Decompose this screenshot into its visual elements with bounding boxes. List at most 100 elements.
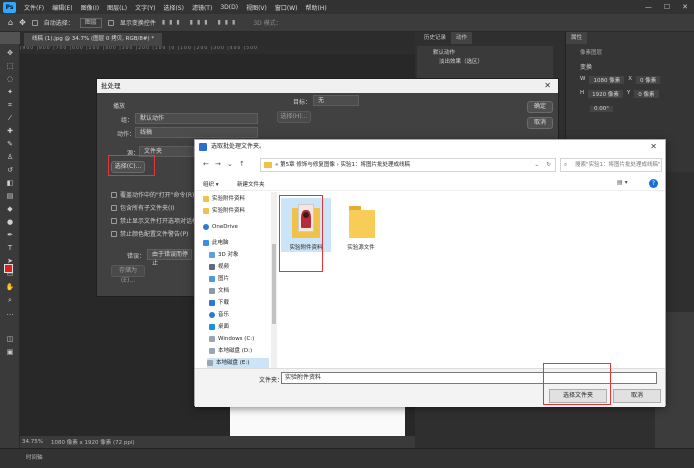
menu-type[interactable]: 文字(Y) (131, 3, 159, 12)
home-icon[interactable]: ⌂ (8, 18, 13, 27)
pen-tool-icon[interactable]: ✒ (5, 230, 15, 240)
marquee-tool-icon[interactable]: ⬚ (5, 61, 15, 71)
height-value[interactable]: 1920 像素 (588, 90, 623, 98)
help-icon[interactable]: ? (649, 179, 658, 188)
nav-item-drive-e[interactable]: 本地磁盘 (E:) (207, 358, 269, 368)
command-bar: 组织 ▾ 新建文件夹 ▤ ▾ ? (195, 177, 665, 191)
address-dropdown-icon[interactable]: ⌄ (534, 159, 539, 171)
y-value[interactable]: 0 像素 (634, 90, 659, 98)
menu-help[interactable]: 帮助(H) (302, 3, 331, 12)
width-value[interactable]: 1080 像素 (589, 76, 625, 84)
menu-image[interactable]: 图像(I) (77, 3, 103, 12)
menu-window[interactable]: 窗口(W) (271, 3, 302, 12)
more-tools-icon[interactable]: … (5, 308, 15, 318)
dodge-tool-icon[interactable]: ● (5, 217, 15, 227)
search-input[interactable]: ⌕ 搜索"实验1：将图片批处理成线稿" (560, 158, 662, 172)
set-dropdown[interactable]: 默认动作 (135, 113, 258, 124)
close-icon[interactable]: ✕ (682, 3, 688, 11)
magic-wand-icon[interactable]: ✦ (5, 87, 15, 97)
healing-brush-icon[interactable]: ✚ (5, 126, 15, 136)
move-tool-icon[interactable]: ✥ (5, 48, 15, 58)
align-icons[interactable]: ▮▮▮ ▮▮▮ ▮▮▮ (162, 19, 240, 26)
nav-item-3d-objects[interactable]: 3D 对象 (209, 250, 238, 260)
suppress-color-warnings-checkbox[interactable] (111, 231, 117, 237)
action-set-default[interactable]: 默认动作 (433, 49, 537, 58)
nav-scrollbar[interactable] (271, 192, 277, 368)
nav-item-attachments-2[interactable]: 实验附件资料 (203, 206, 245, 216)
address-bar[interactable]: « 第5章 修饰与修复图像 › 实验1：将图片批处理成线稿 ⌄ ↻ (260, 158, 556, 172)
close-icon[interactable]: ✕ (650, 140, 657, 154)
minimize-icon[interactable]: — (645, 3, 652, 11)
brush-tool-icon[interactable]: ✎ (5, 139, 15, 149)
recent-chevron-icon[interactable]: ⌄ (227, 160, 233, 168)
zoom-tool-icon[interactable]: ⌕ (5, 295, 15, 305)
eyedropper-icon[interactable]: ⁄ (5, 113, 15, 123)
close-icon[interactable]: ✕ (544, 79, 551, 93)
menu-filter[interactable]: 滤镜(T) (188, 3, 216, 12)
maximize-icon[interactable]: ☐ (664, 3, 670, 11)
menu-3d[interactable]: 3D(D) (216, 4, 242, 11)
auto-select-dropdown[interactable]: 图层 (79, 17, 102, 28)
refresh-icon[interactable]: ↻ (546, 159, 551, 171)
tab-history[interactable]: 历史记录 (419, 32, 451, 44)
history-brush-icon[interactable]: ↺ (5, 165, 15, 175)
scrollbar-thumb[interactable] (272, 244, 276, 324)
move-tool-icon[interactable]: ✥ (19, 18, 26, 27)
chooser-cancel-button[interactable]: 取消 (613, 389, 661, 403)
nav-item-documents[interactable]: 文档 (209, 286, 229, 296)
cancel-button[interactable]: 取消 (527, 117, 553, 129)
zoom-level[interactable]: 34.75% (22, 439, 43, 445)
document-tab[interactable]: 线稿 (1).jpg @ 34.7% (图层 0 拷贝, RGB/8#) * (24, 33, 163, 46)
destination-dropdown[interactable]: 无 (313, 95, 359, 106)
tab-properties[interactable]: 属性 (566, 32, 588, 44)
menu-file[interactable]: 文件(F) (20, 3, 48, 12)
nav-item-drive-c[interactable]: Windows (C:) (209, 334, 254, 344)
x-value[interactable]: 0 像素 (635, 76, 661, 84)
menu-edit[interactable]: 编辑(E) (48, 3, 76, 12)
tab-actions[interactable]: 动作 (451, 32, 473, 44)
screen-mode-icon[interactable]: ▣ (5, 347, 15, 357)
save-as-button[interactable]: 存储为(E)... (111, 265, 145, 284)
errors-dropdown[interactable]: 由于错误而停止 (147, 249, 192, 267)
hand-tool-icon[interactable]: ✋ (5, 282, 15, 292)
override-open-checkbox[interactable] (111, 192, 117, 198)
back-arrow-icon[interactable]: ← (203, 160, 209, 168)
eraser-tool-icon[interactable]: ◧ (5, 178, 15, 188)
nav-item-downloads[interactable]: 下载 (209, 298, 229, 308)
nav-item-this-pc[interactable]: 此电脑 (203, 238, 229, 248)
show-transform-checkbox[interactable] (107, 19, 114, 26)
gradient-tool-icon[interactable]: ▤ (5, 191, 15, 201)
nav-item-music[interactable]: 音乐 (209, 310, 229, 320)
nav-item-desktop[interactable]: 桌面 (209, 322, 229, 332)
forward-arrow-icon[interactable]: → (215, 160, 221, 168)
destination-choose-button[interactable]: 选择(H)... (277, 111, 311, 123)
quick-mask-icon[interactable]: ◫ (5, 334, 15, 344)
stamp-tool-icon[interactable]: ♙ (5, 152, 15, 162)
folder-item-source[interactable]: 实验源文件 (337, 202, 385, 251)
type-tool-icon[interactable]: T (5, 243, 15, 253)
angle-value[interactable]: 0.00° (590, 106, 613, 112)
nav-item-videos[interactable]: 视频 (209, 262, 229, 272)
blur-tool-icon[interactable]: ◆ (5, 204, 15, 214)
include-subfolders-checkbox[interactable] (111, 205, 117, 211)
ok-button[interactable]: 确定 (527, 101, 553, 113)
auto-select-checkbox[interactable] (31, 19, 38, 26)
organize-menu[interactable]: 组织 ▾ (203, 180, 219, 188)
menu-layer[interactable]: 图层(L) (103, 3, 131, 12)
lasso-tool-icon[interactable]: ◌ (5, 74, 15, 84)
crop-tool-icon[interactable]: ⌗ (5, 100, 15, 110)
timeline-tab[interactable]: 时间轴 (26, 453, 43, 461)
foreground-color-swatch[interactable] (4, 264, 13, 273)
new-folder-button[interactable]: 新建文件夹 (237, 180, 265, 188)
action-dropdown[interactable]: 线稿 (135, 127, 258, 138)
nav-item-pictures[interactable]: 图片 (209, 274, 229, 284)
menu-view[interactable]: 视图(V) (242, 3, 271, 12)
nav-item-attachments-1[interactable]: 实验附件资料 (203, 194, 245, 204)
menu-select[interactable]: 选择(S) (159, 3, 188, 12)
view-options-icon[interactable]: ▤ ▾ (617, 179, 628, 186)
nav-item-onedrive[interactable]: OneDrive (203, 222, 238, 232)
suppress-open-dialogs-checkbox[interactable] (111, 218, 117, 224)
up-arrow-icon[interactable]: ↑ (239, 160, 245, 168)
nav-item-drive-d[interactable]: 本地磁盘 (D:) (209, 346, 252, 356)
action-fade-selection[interactable]: 淡出效果（选区） (433, 58, 537, 67)
